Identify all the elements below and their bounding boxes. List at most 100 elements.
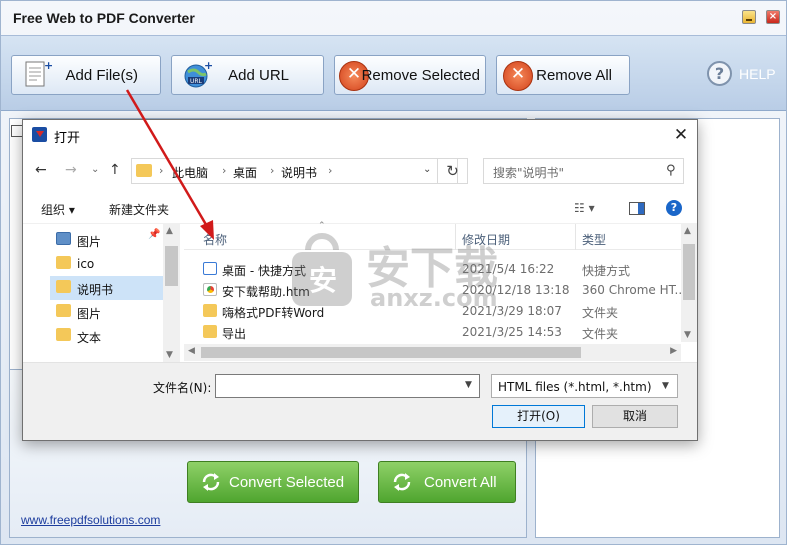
file-date: 2021/3/25 14:53 [462,325,562,339]
search-placeholder: 搜索"说明书" [493,166,565,180]
convert-all-button[interactable]: Convert All [378,461,516,503]
convert-selected-label: Convert Selected [229,474,345,491]
tree-item-manual[interactable]: 说明书 [50,276,163,300]
scroll-left-icon[interactable]: ◀ [188,346,195,356]
dialog-titlebar: 打开 ✕ [23,120,697,150]
add-files-label: Add File(s) [65,66,138,84]
breadcrumb-separator: › [159,164,164,177]
add-files-button[interactable]: + Add File(s) [11,55,161,95]
remove-all-label: Remove All [536,66,612,84]
shortcut-icon [203,262,217,275]
file-vertical-scrollbar[interactable]: ▲ ▼ [681,224,697,342]
scroll-up-icon[interactable]: ▲ [684,226,691,236]
breadcrumb-manual[interactable]: 说明书 [281,164,317,181]
app-titlebar: Free Web to PDF Converter × [1,1,786,35]
dialog-footer: 文件名(N): ▼ HTML files (*.html, *.htm) ▼ 打… [23,362,697,440]
remove-all-button[interactable]: ✕ Remove All [496,55,630,95]
open-file-dialog: 打开 ✕ ← → ⌄ ↑ › 此电脑 › 桌面 › 说明书 › ⌄ ↻ 搜索"说… [22,119,698,441]
file-horizontal-scrollbar[interactable]: ◀ ▶ [184,344,681,361]
filename-dropdown-icon[interactable]: ▼ [465,380,472,390]
breadcrumb-separator: › [328,164,333,177]
file-row[interactable]: 桌面 - 快捷方式 2021/5/4 16:22 快捷方式 [184,258,681,279]
breadcrumb-this-pc[interactable]: 此电脑 [172,164,208,181]
close-button[interactable]: × [766,10,780,24]
chrome-html-icon [203,283,217,296]
file-type-select[interactable]: HTML files (*.html, *.htm) ▼ [491,374,678,398]
column-header: ⌃ 名称 修改日期 类型 [184,221,681,250]
file-type: 文件夹 [582,327,619,341]
tree-item-label: 图片 [77,235,102,249]
column-modified[interactable]: 修改日期 [462,231,510,248]
svg-text:URL: URL [190,78,203,85]
search-input[interactable]: 搜索"说明书" ⚲ [483,158,684,184]
scroll-thumb[interactable] [165,246,178,286]
recent-locations-chevron-icon[interactable]: ⌄ [91,164,99,175]
preview-pane-icon[interactable] [629,202,645,215]
address-bar[interactable]: › 此电脑 › 桌面 › 说明书 › ⌄ [131,158,458,184]
help-icon[interactable]: ? [666,200,682,216]
file-row[interactable]: 嗨格式PDF转Word 2021/3/29 18:07 文件夹 [184,300,681,321]
command-bar: 组织 ▾ 新建文件夹 ☷ ▾ ? [23,194,697,224]
scroll-up-icon[interactable]: ▲ [166,226,173,236]
breadcrumb-separator: › [222,164,227,177]
file-date: 2021/5/4 16:22 [462,262,555,276]
tree-item-ico[interactable]: ico [50,252,180,276]
column-divider[interactable] [575,224,576,250]
folder-icon [136,164,152,177]
breadcrumb-separator: › [270,164,275,177]
add-url-label: Add URL [228,66,289,84]
svg-text:+: + [44,60,52,72]
tree-item-pictures-folder[interactable]: 图片 [50,300,180,324]
forward-arrow-icon[interactable]: → [65,162,77,178]
help-button[interactable]: ? HELP [707,61,777,87]
up-arrow-icon[interactable]: ↑ [109,162,121,178]
app-title: Free Web to PDF Converter [13,10,195,26]
file-type-value: HTML files (*.html, *.htm) [498,380,652,394]
pictures-icon [56,232,71,245]
scroll-thumb[interactable] [201,347,581,358]
folder-icon [203,325,217,338]
add-url-button[interactable]: URL + Add URL [171,55,324,95]
column-divider[interactable] [455,224,456,250]
file-date: 2021/3/29 18:07 [462,304,562,318]
minimize-button[interactable] [742,10,756,24]
new-folder-button[interactable]: 新建文件夹 [109,201,169,218]
column-name[interactable]: 名称 [203,231,227,248]
sort-arrow-icon: ⌃ [318,221,326,231]
remove-all-icon: ✕ [503,61,533,91]
tree-item-pictures[interactable]: 图片 [50,228,180,252]
website-link[interactable]: www.freepdfsolutions.com [21,513,160,527]
open-button[interactable]: 打开(O) [492,405,585,428]
column-type[interactable]: 类型 [582,231,606,248]
file-type: 快捷方式 [582,264,631,278]
file-name: 桌面 - 快捷方式 [222,264,306,278]
breadcrumb-desktop[interactable]: 桌面 [233,164,257,181]
app-icon [32,127,47,142]
remove-selected-button[interactable]: ✕ Remove Selected [334,55,486,95]
tree-item-label: 说明书 [77,283,114,297]
back-arrow-icon[interactable]: ← [35,162,47,178]
scroll-right-icon[interactable]: ▶ [670,346,677,356]
file-row[interactable]: 安下载帮助.htm 2020/12/18 13:18 360 Chrome HT… [184,279,686,300]
file-name: 嗨格式PDF转Word [222,306,325,320]
file-row[interactable]: 导出 2021/3/25 14:53 文件夹 [184,321,681,342]
scroll-thumb[interactable] [683,244,695,300]
cancel-button[interactable]: 取消 [592,405,678,428]
refresh-icon[interactable]: ↻ [437,158,468,184]
file-name: 导出 [222,327,247,341]
address-dropdown-icon[interactable]: ⌄ [423,164,431,175]
view-options-icon[interactable]: ☷ ▾ [574,201,595,215]
organize-menu[interactable]: 组织 ▾ [41,201,75,218]
scroll-down-icon[interactable]: ▼ [684,330,691,340]
tree-item-text[interactable]: 文本 [50,324,180,348]
dialog-close-button[interactable]: ✕ [670,124,692,146]
pin-icon: 📌 [148,229,161,240]
filename-input[interactable] [215,374,480,398]
scroll-down-icon[interactable]: ▼ [166,350,173,360]
convert-selected-button[interactable]: Convert Selected [187,461,359,503]
nav-scrollbar[interactable]: ▲ ▼ [163,224,180,362]
question-icon: ? [707,61,732,86]
filename-label: 文件名(N): [153,381,212,395]
file-list: ⌃ 名称 修改日期 类型 桌面 - 快捷方式 2021/5/4 16:22 快捷… [184,221,697,362]
file-date: 2020/12/18 13:18 [462,283,570,297]
